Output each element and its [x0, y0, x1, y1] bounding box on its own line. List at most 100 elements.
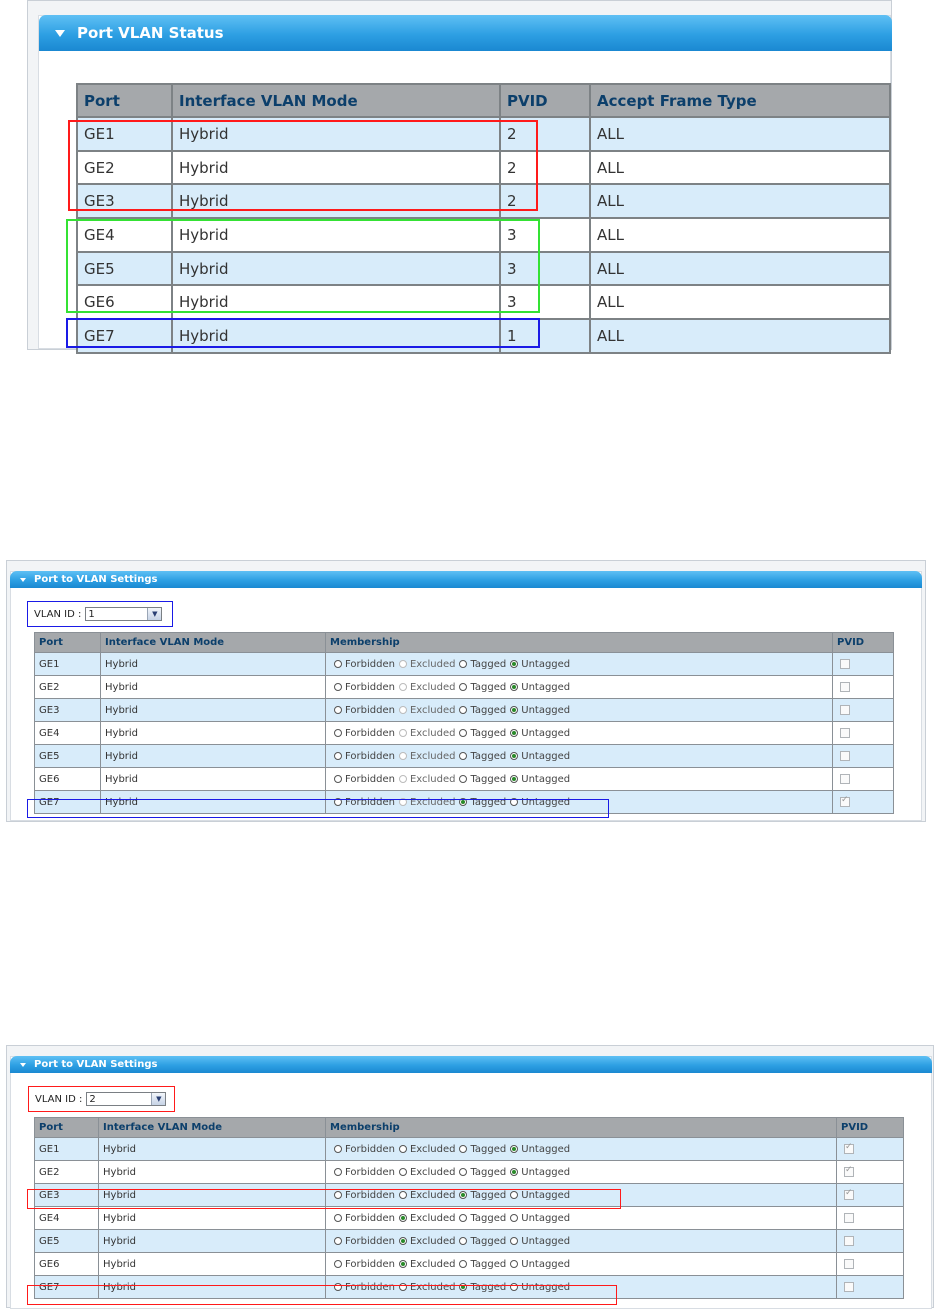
radio-icon[interactable]: [334, 1259, 342, 1268]
membership-option-forbidden: Forbidden: [345, 727, 395, 739]
radio-icon[interactable]: [459, 682, 468, 691]
checkbox-icon[interactable]: [844, 1188, 854, 1200]
radio-icon[interactable]: [510, 659, 519, 668]
panel-title-bar[interactable]: Port to VLAN Settings: [10, 1056, 932, 1073]
vlan-id-label: VLAN ID :: [34, 608, 82, 620]
checkbox-icon[interactable]: [844, 1212, 854, 1223]
radio-icon[interactable]: [334, 797, 342, 806]
panel-title: Port VLAN Status: [77, 24, 224, 42]
radio-icon[interactable]: [510, 1144, 519, 1153]
cell-mode: Hybrid: [100, 744, 326, 768]
cell-mode: Hybrid: [98, 1252, 326, 1276]
radio-icon[interactable]: [398, 1190, 407, 1199]
radio-icon[interactable]: [334, 728, 342, 737]
checkbox-icon[interactable]: [840, 795, 850, 807]
table-row: GE7 Hybrid 1 ALL: [76, 318, 891, 354]
radio-icon[interactable]: [510, 728, 519, 737]
checkbox-icon[interactable]: [840, 750, 850, 761]
chevron-down-icon[interactable]: ▼: [147, 608, 162, 620]
cell-pvid: 2: [499, 149, 591, 186]
table-row: GE1 Hybrid 2 ALL: [76, 116, 891, 152]
radio-icon[interactable]: [334, 1190, 342, 1199]
radio-icon[interactable]: [334, 1144, 342, 1153]
radio-icon[interactable]: [510, 1213, 519, 1222]
cell-pvid: [832, 675, 894, 699]
radio-icon[interactable]: [510, 1167, 519, 1176]
radio-icon[interactable]: [459, 797, 468, 806]
radio-icon: [398, 728, 407, 737]
cell-mode: Hybrid: [100, 698, 326, 722]
radio-icon[interactable]: [510, 797, 519, 806]
radio-icon[interactable]: [334, 1236, 342, 1245]
col-port: Port: [34, 1117, 99, 1138]
cell-pvid: 3: [499, 284, 591, 321]
checkbox-icon[interactable]: [844, 1142, 854, 1154]
checkbox-icon[interactable]: [844, 1281, 854, 1292]
radio-icon[interactable]: [510, 705, 519, 714]
chevron-down-icon[interactable]: ▼: [151, 1093, 166, 1105]
radio-icon[interactable]: [459, 659, 468, 668]
table-row: GE7 Hybrid Forbidden Excluded Tagged Untagged: [34, 790, 894, 814]
radio-icon[interactable]: [334, 774, 342, 783]
cell-accept: ALL: [589, 217, 891, 253]
panel-title-bar[interactable]: Port VLAN Status: [39, 15, 892, 51]
cell-port: GE7: [34, 790, 101, 814]
radio-icon[interactable]: [459, 1190, 468, 1199]
radio-icon[interactable]: [334, 659, 342, 668]
radio-icon[interactable]: [459, 751, 468, 760]
radio-icon[interactable]: [398, 1236, 407, 1245]
cell-port: GE3: [34, 698, 101, 722]
radio-icon[interactable]: [334, 682, 342, 691]
radio-icon[interactable]: [510, 751, 519, 760]
membership-option-tagged: Tagged: [470, 704, 507, 716]
radio-icon[interactable]: [334, 751, 342, 760]
radio-icon[interactable]: [459, 774, 468, 783]
radio-icon[interactable]: [510, 682, 519, 691]
port-to-vlan-settings-panel-1: Port to VLAN Settings VLAN ID : 1 ▼ Port…: [6, 560, 926, 822]
checkbox-icon[interactable]: [840, 773, 850, 784]
radio-icon[interactable]: [334, 1167, 342, 1176]
membership-option-excluded: Excluded: [409, 1258, 456, 1270]
radio-icon[interactable]: [398, 1144, 407, 1153]
radio-icon[interactable]: [459, 1213, 468, 1222]
radio-icon[interactable]: [334, 1282, 342, 1291]
checkbox-icon[interactable]: [844, 1258, 854, 1269]
checkbox-icon[interactable]: [840, 681, 850, 692]
radio-icon[interactable]: [459, 1144, 468, 1153]
col-pvid: PVID: [499, 83, 591, 118]
radio-icon[interactable]: [334, 705, 342, 714]
checkbox-icon[interactable]: [840, 704, 850, 715]
panel-title-bar[interactable]: Port to VLAN Settings: [10, 571, 922, 588]
cell-membership: Forbidden Excluded Tagged Untagged: [325, 698, 833, 722]
table-row: GE5 Hybrid 3 ALL: [76, 250, 891, 287]
radio-icon[interactable]: [510, 1236, 519, 1245]
radio-icon: [398, 682, 407, 691]
radio-icon[interactable]: [459, 728, 468, 737]
radio-icon[interactable]: [459, 1259, 468, 1268]
membership-option-excluded: Excluded: [409, 727, 456, 739]
vlan-id-select[interactable]: 2 ▼: [86, 1092, 167, 1106]
checkbox-icon[interactable]: [840, 658, 850, 669]
membership-option-untagged: Untagged: [521, 1281, 571, 1293]
radio-icon[interactable]: [459, 1236, 468, 1245]
membership-option-forbidden: Forbidden: [345, 796, 395, 808]
radio-icon: [398, 774, 407, 783]
membership-option-excluded: Excluded: [409, 1235, 456, 1247]
radio-icon[interactable]: [398, 1259, 407, 1268]
vlan-id-select[interactable]: 1 ▼: [85, 607, 163, 621]
checkbox-icon[interactable]: [844, 1235, 854, 1246]
radio-icon[interactable]: [510, 774, 519, 783]
radio-icon[interactable]: [459, 705, 468, 714]
radio-icon[interactable]: [398, 1167, 407, 1176]
radio-icon[interactable]: [459, 1282, 468, 1291]
radio-icon[interactable]: [398, 1213, 407, 1222]
checkbox-icon[interactable]: [840, 727, 850, 738]
radio-icon[interactable]: [459, 1167, 468, 1176]
radio-icon: [398, 751, 407, 760]
radio-icon[interactable]: [510, 1259, 519, 1268]
radio-icon[interactable]: [398, 1282, 407, 1291]
radio-icon[interactable]: [510, 1282, 519, 1291]
checkbox-icon[interactable]: [844, 1165, 854, 1177]
radio-icon[interactable]: [510, 1190, 519, 1199]
radio-icon[interactable]: [334, 1213, 342, 1222]
